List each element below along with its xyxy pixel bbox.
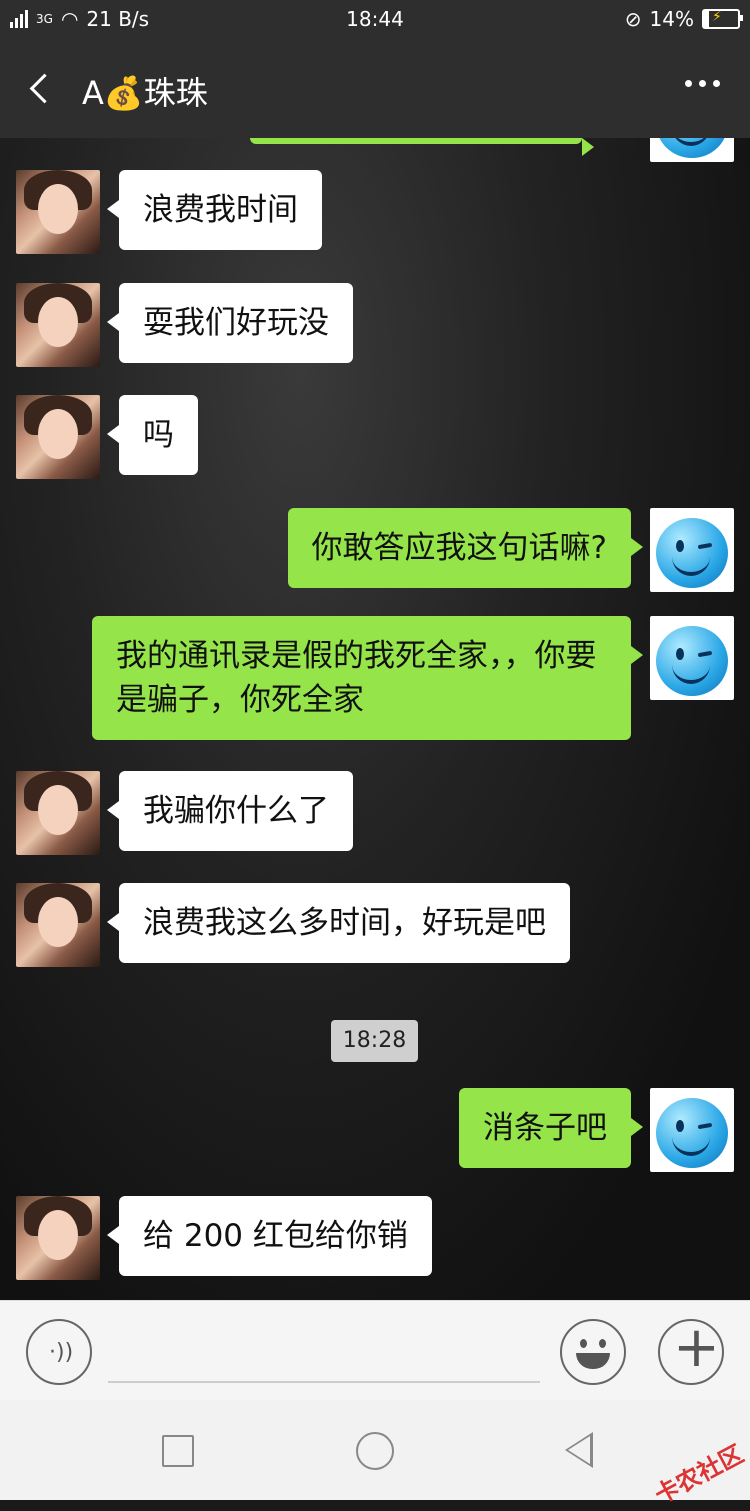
emoji-button[interactable] [560, 1319, 626, 1385]
contact-avatar[interactable] [16, 170, 100, 254]
back-button[interactable] [18, 66, 62, 110]
more-functions-button[interactable]: + [658, 1315, 724, 1385]
contact-avatar[interactable] [16, 395, 100, 479]
status-bar: 3G ◠ 21 B/s 18:44 ⊘ 14% ⚡ [0, 0, 750, 38]
message-bubble[interactable]: 给 200 红包给你销 [107, 1196, 432, 1276]
more-dots-icon [685, 80, 692, 87]
message-input[interactable] [108, 1381, 540, 1383]
message-bubble[interactable]: 吗 [107, 395, 198, 475]
back-nav-button[interactable] [565, 1432, 593, 1468]
more-button[interactable] [685, 80, 720, 87]
voice-button[interactable]: ·)) [26, 1319, 92, 1385]
voice-icon: ·)) [49, 1340, 74, 1365]
rotation-lock-icon: ⊘ [624, 7, 642, 31]
message-bubble[interactable]: 消条子吧 [459, 1088, 643, 1168]
battery-icon: ⚡ [702, 9, 743, 29]
message-bubble[interactable]: 浪费我这么多时间，好玩是吧 [107, 883, 570, 963]
watermark: 卡农社区 [650, 1439, 749, 1510]
my-avatar[interactable] [650, 138, 734, 162]
contact-avatar[interactable] [16, 283, 100, 367]
message-bubble[interactable]: 浪费我时间 [107, 170, 322, 250]
my-avatar[interactable] [650, 508, 734, 592]
contact-avatar[interactable] [16, 1196, 100, 1280]
message-bubble[interactable]: 耍我们好玩没 [107, 283, 353, 363]
home-button[interactable] [356, 1432, 394, 1470]
battery-percent: 14% [649, 7, 694, 31]
contact-avatar[interactable] [16, 771, 100, 855]
recent-apps-button[interactable] [162, 1435, 194, 1467]
message-bubble[interactable]: 你敢答应我这句话嘛? [287, 508, 644, 588]
system-nav-bar: 卡农社区 [0, 1400, 750, 1510]
input-bar: ·)) + [0, 1300, 750, 1401]
chevron-left-icon [29, 73, 60, 104]
message-bubble-partial [250, 138, 594, 156]
timestamp: 18:28 [331, 1020, 418, 1062]
contact-avatar[interactable] [16, 883, 100, 967]
plus-icon: + [673, 1315, 720, 1380]
status-right: ⊘ 14% ⚡ [624, 7, 743, 31]
emoji-icon [580, 1339, 587, 1348]
chat-title: A💰珠珠 [82, 74, 208, 112]
chat-area[interactable]: 浪费我时间 耍我们好玩没 吗 你敢答应我这句话嘛? 我的通讯录是假的我死全家，，… [0, 138, 750, 1300]
my-avatar[interactable] [650, 616, 734, 700]
message-bubble[interactable]: 我的通讯录是假的我死全家，，你要是骗子，你死全家 [92, 616, 643, 740]
my-avatar[interactable] [650, 1088, 734, 1172]
chat-header: A💰珠珠 [0, 38, 750, 138]
message-bubble[interactable]: 我骗你什么了 [107, 771, 353, 851]
